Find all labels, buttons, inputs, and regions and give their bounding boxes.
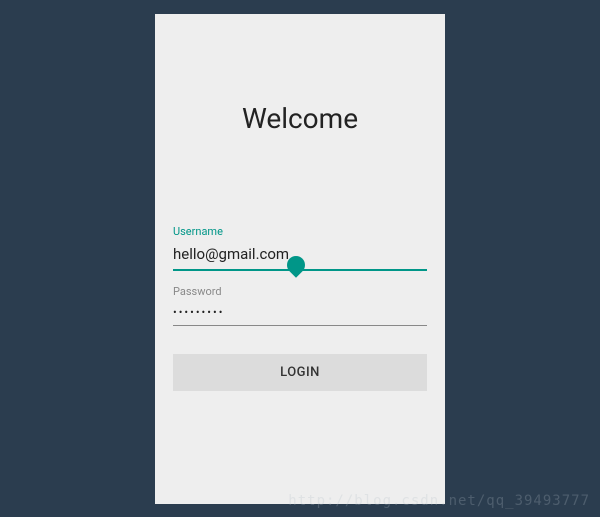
password-input[interactable] — [173, 302, 427, 326]
page-title: Welcome — [173, 102, 427, 135]
password-label: Password — [173, 285, 427, 298]
username-label: Username — [173, 225, 427, 238]
login-screen: Welcome Username Password LOGIN — [155, 14, 445, 504]
login-button[interactable]: LOGIN — [173, 354, 427, 391]
password-field-container: Password — [173, 285, 427, 326]
username-field-container: Username — [173, 225, 427, 271]
